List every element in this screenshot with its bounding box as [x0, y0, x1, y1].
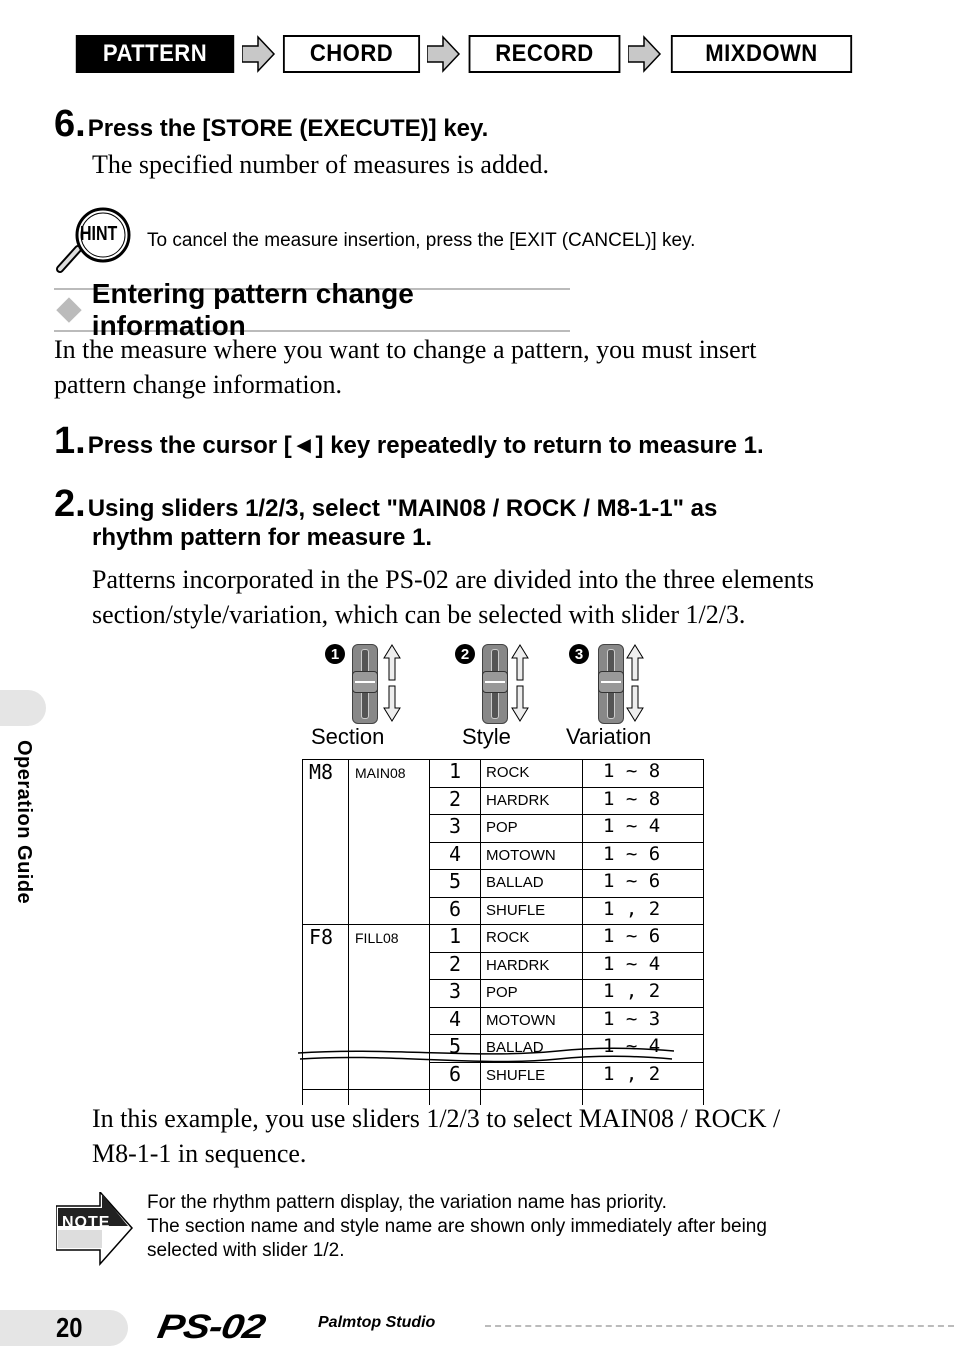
- intro-line: pattern change information.: [54, 370, 343, 399]
- slider-style: 2: [455, 640, 535, 725]
- style-number: 1: [429, 924, 481, 953]
- workflow-step-mixdown: MIXDOWN: [670, 35, 853, 73]
- slider-label-style: Style: [462, 724, 511, 749]
- step-2-title-cont: rhythm pattern for measure 1.: [92, 524, 433, 551]
- workflow-step-pattern: PATTERN: [75, 35, 235, 73]
- table-row: M8 MAIN08 1 ROCK 1 ~ 8: [302, 759, 704, 925]
- note-label: NOTE: [62, 1214, 111, 1231]
- note-icon: NOTE: [55, 1190, 134, 1270]
- arrow-right-icon: [627, 34, 663, 74]
- style-name: MOTOWN: [480, 841, 583, 870]
- slider-icon: [598, 644, 624, 724]
- style-number: 1: [429, 759, 481, 788]
- style-name: HARDRK: [480, 951, 583, 980]
- body-line: Patterns incorporated in the PS-02 are d…: [92, 565, 815, 594]
- arrow-right-icon: [426, 34, 462, 74]
- slider-icon: [482, 644, 508, 724]
- arrow-right-icon: [241, 34, 277, 74]
- slider-icon: [352, 644, 378, 724]
- variation-range: 1 ~ 8: [582, 786, 704, 815]
- torn-edge: [298, 1047, 674, 1063]
- body-line: section/style/variation, which can be se…: [92, 600, 746, 629]
- hint-text: To cancel the measure insertion, press t…: [147, 230, 696, 251]
- step-6-heading: 6. Press the [STORE (EXECUTE)] key.: [54, 103, 488, 146]
- badge-3: 3: [569, 644, 589, 664]
- example-text: In this example, you use sliders 1/2/3 t…: [92, 1101, 780, 1171]
- variation-range: 1 ~ 6: [582, 841, 704, 870]
- slider-variation: 3: [569, 640, 649, 725]
- table-row: F8 FILL08 1 ROCK 1 ~ 6: [302, 924, 704, 1090]
- variation-range: 1 ~ 4: [582, 951, 704, 980]
- variation-range: 1 ~ 6: [582, 924, 704, 953]
- diamond-bullet-icon: [56, 297, 82, 323]
- style-name: SHUFLE: [480, 896, 583, 925]
- section-intro: In the measure where you want to change …: [54, 332, 757, 402]
- step-number: 6.: [54, 103, 86, 145]
- variation-range: 1 ~ 4: [582, 814, 704, 843]
- workflow-step-chord: CHORD: [282, 35, 421, 73]
- style-name: POP: [480, 979, 583, 1008]
- example-line: M8-1-1 in sequence.: [92, 1139, 307, 1168]
- section-heading: Entering pattern change information: [54, 278, 570, 341]
- style-name: MOTOWN: [480, 1006, 583, 1035]
- style-number: 4: [429, 1006, 481, 1035]
- step-6-body: The specified number of measures is adde…: [92, 150, 550, 179]
- style-number: 3: [429, 814, 481, 843]
- style-name: POP: [480, 814, 583, 843]
- step-number: 1.: [54, 420, 86, 462]
- workflow-bar: PATTERN CHORD RECORD MIXDOWN: [69, 34, 860, 74]
- product-subtitle: Palmtop Studio: [318, 1314, 436, 1331]
- step-2-body: Patterns incorporated in the PS-02 are d…: [92, 562, 814, 632]
- example-line: In this example, you use sliders 1/2/3 t…: [92, 1104, 781, 1133]
- step-1-heading: 1. Press the cursor [◄] key repeatedly t…: [54, 420, 764, 463]
- slider-section: 1: [325, 640, 405, 725]
- step-title: Press the cursor [◄] key repeatedly to r…: [87, 432, 764, 459]
- style-number: 6: [429, 896, 481, 925]
- style-number: 3: [429, 979, 481, 1008]
- style-name: ROCK: [480, 924, 583, 953]
- product-logo: PS-02: [154, 1308, 268, 1346]
- style-number: 2: [429, 786, 481, 815]
- note-line: selected with slider 1/2.: [147, 1240, 345, 1261]
- variation-range: 1 ~ 3: [582, 1006, 704, 1035]
- note-line: The section name and style name are show…: [147, 1216, 767, 1237]
- variation-range: 1 ~ 6: [582, 869, 704, 898]
- step-2-heading: 2. Using sliders 1/2/3, select "MAIN08 /…: [54, 483, 717, 526]
- badge-1: 1: [325, 644, 345, 664]
- section-name: MAIN08: [348, 759, 430, 925]
- hint-label: HINT: [80, 223, 118, 245]
- style-number: 2: [429, 951, 481, 980]
- page-number: 20: [56, 1312, 83, 1343]
- style-number: 4: [429, 841, 481, 870]
- up-down-arrows-icon: [626, 644, 644, 722]
- style-name: BALLAD: [480, 869, 583, 898]
- slider-label-section: Section: [311, 724, 385, 749]
- variation-range: 1 , 2: [582, 896, 704, 925]
- badge-2: 2: [455, 644, 475, 664]
- variation-range: 1 ~ 8: [582, 759, 704, 788]
- step-title: Press the [STORE (EXECUTE)] key.: [87, 115, 489, 142]
- step-number: 2.: [54, 483, 86, 525]
- style-number: 5: [429, 869, 481, 898]
- style-name: ROCK: [480, 759, 583, 788]
- footer-divider: [485, 1325, 954, 1327]
- note-line: For the rhythm pattern display, the vari…: [147, 1192, 667, 1213]
- side-tab: [0, 690, 46, 726]
- up-down-arrows-icon: [383, 644, 401, 722]
- intro-line: In the measure where you want to change …: [54, 335, 757, 364]
- variation-range: 1 , 2: [582, 979, 704, 1008]
- note-text: For the rhythm pattern display, the vari…: [147, 1191, 767, 1263]
- section-code: M8: [302, 759, 349, 925]
- style-name: HARDRK: [480, 786, 583, 815]
- side-tab-label: Operation Guide: [13, 740, 35, 905]
- workflow-step-record: RECORD: [468, 35, 621, 73]
- slider-label-variation: Variation: [566, 724, 652, 749]
- up-down-arrows-icon: [511, 644, 529, 722]
- step-title: Using sliders 1/2/3, select "MAIN08 / RO…: [87, 495, 718, 522]
- hint-icon: HINT: [54, 205, 134, 275]
